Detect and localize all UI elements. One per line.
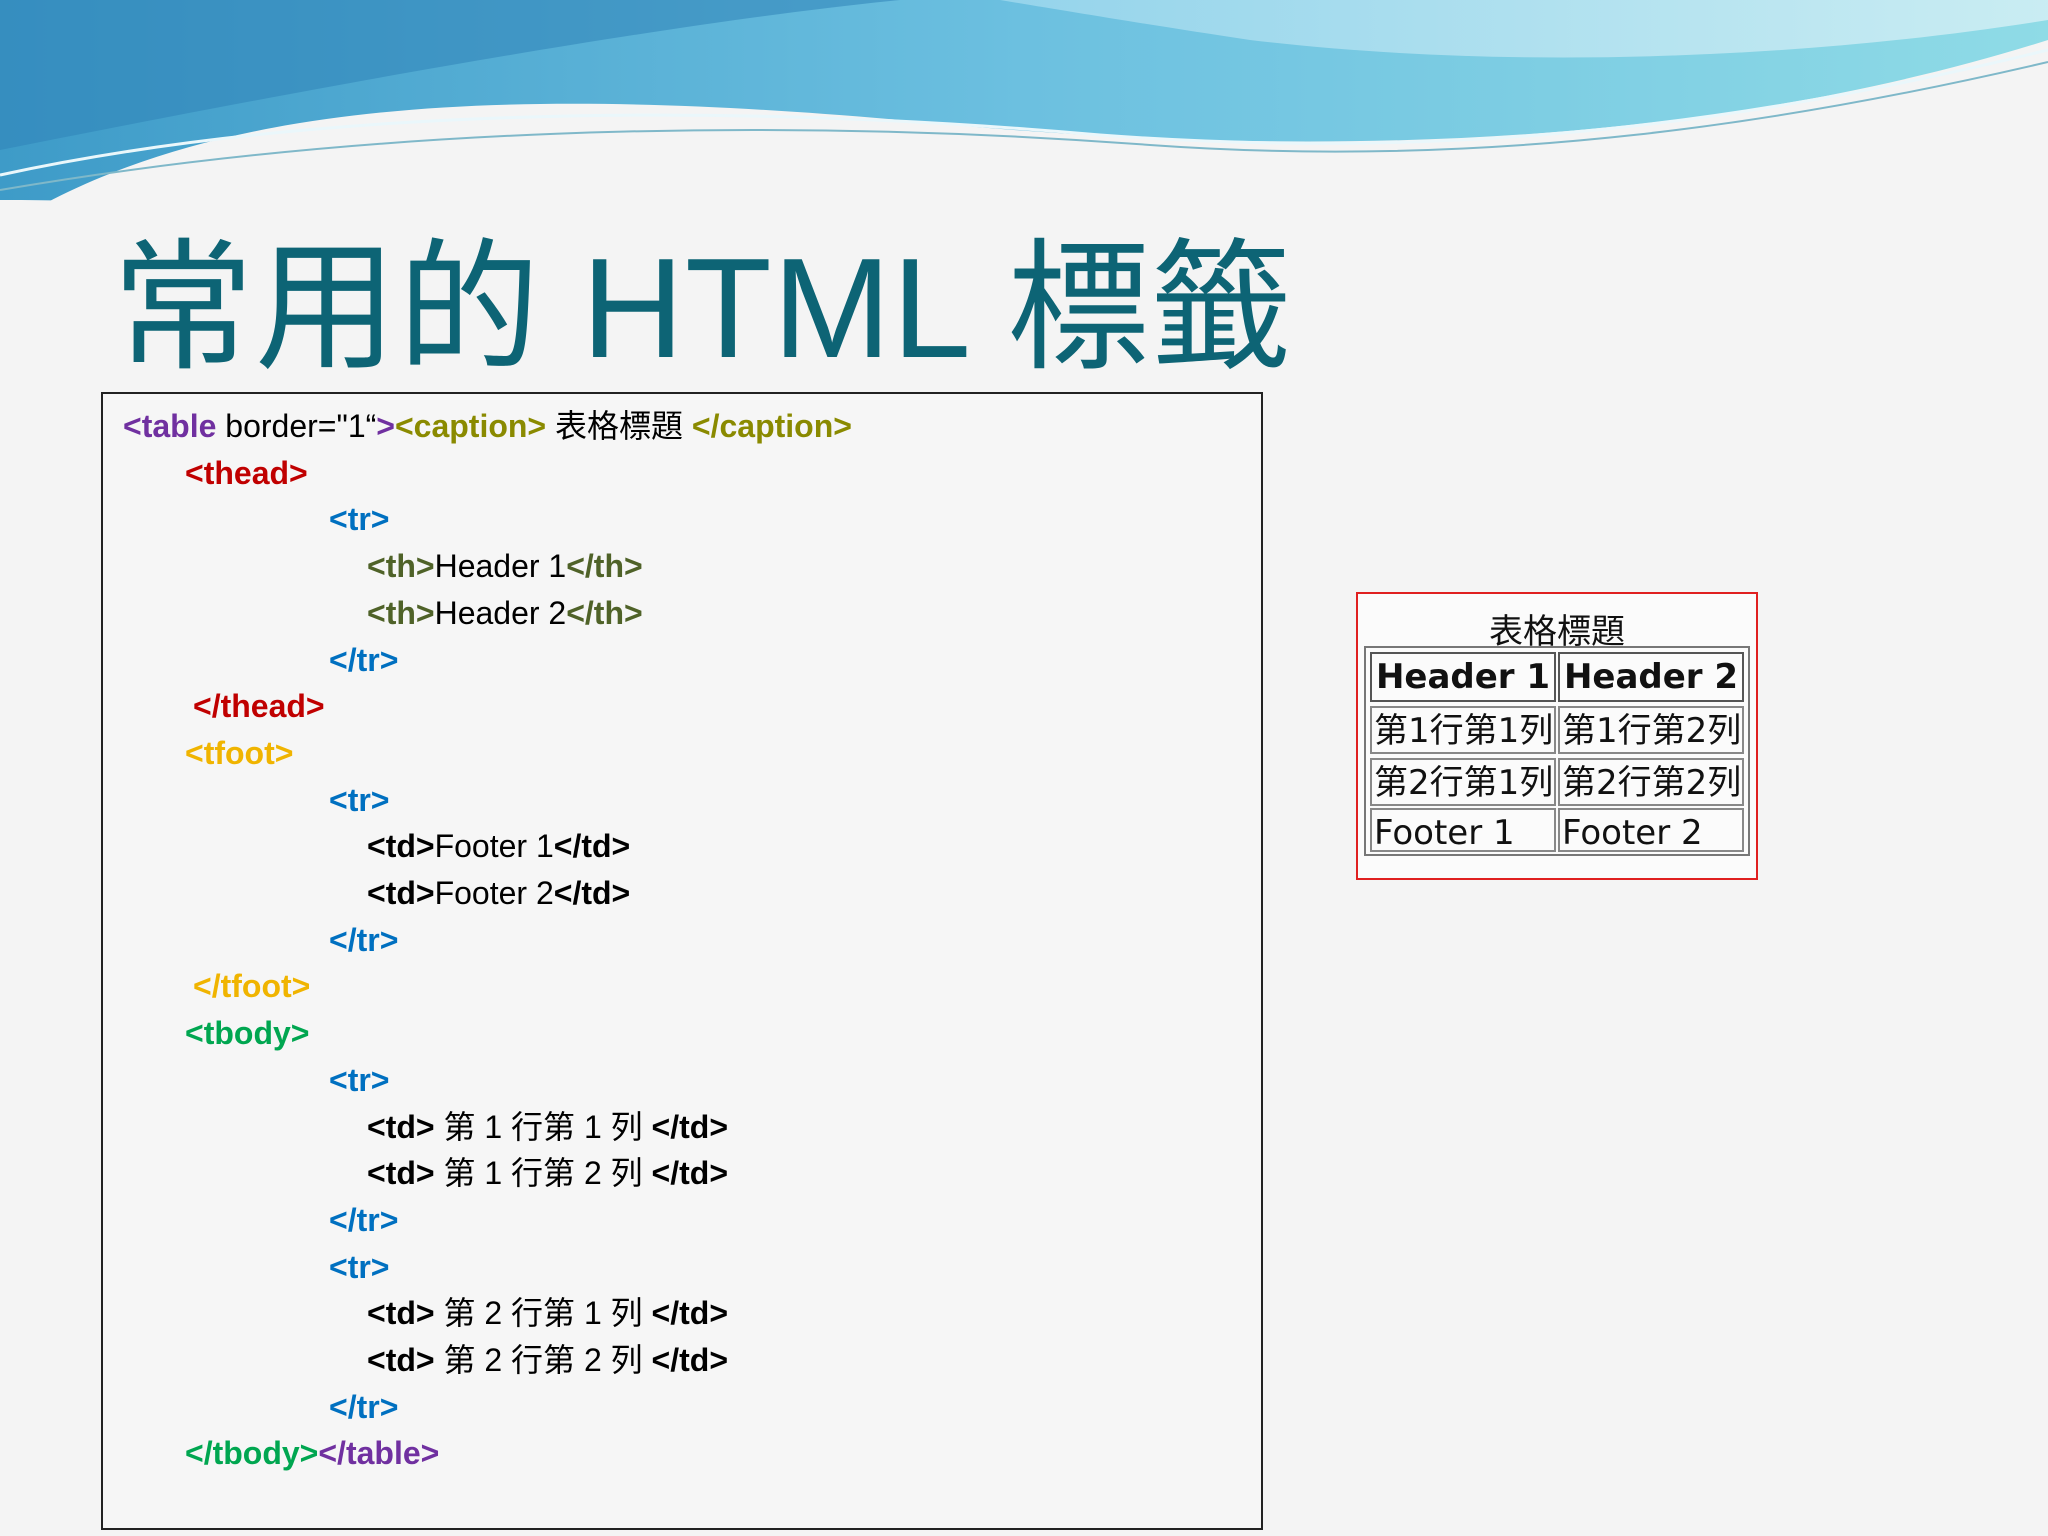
code-text: Header 2	[434, 595, 567, 631]
code-line: <td> 第 2 行第 1 列 </td>	[367, 1295, 728, 1331]
code-tag: </th>	[566, 548, 643, 584]
code-tag: <tfoot>	[185, 735, 294, 771]
code-tag: <tbody>	[185, 1015, 310, 1051]
code-tag: <tr>	[329, 1062, 390, 1098]
code-tag: </table>	[318, 1435, 440, 1471]
slide-title: 常用的 HTML 標籤	[112, 229, 1294, 388]
code-text: Footer 2	[434, 875, 554, 911]
code-tag: </tr>	[329, 1389, 399, 1425]
code-tag: <td>	[367, 1155, 435, 1191]
rendered-body-cell: 第1行第1列	[1370, 706, 1556, 754]
code-tag: </td>	[553, 875, 631, 911]
code-tag: </tr>	[329, 1202, 399, 1238]
code-tag: <th>	[367, 548, 435, 584]
code-line: <tr>	[329, 501, 389, 537]
code-tag: </thead>	[193, 688, 325, 724]
code-tag: <caption>	[394, 408, 547, 444]
code-tag: </tr>	[329, 642, 399, 678]
code-line: <table border="1“><caption> 表格標題 </capti…	[123, 408, 852, 444]
rendered-table: Header 1 Header 2 第1行第1列 第1行第2列 第2行第1列 第…	[1364, 646, 1750, 856]
code-text: 第 1 行第 1 列	[434, 1109, 652, 1145]
code-tag: </td>	[651, 1295, 728, 1331]
rendered-footer-cell: Footer 1	[1370, 808, 1556, 852]
code-text: 第 2 行第 1 列	[434, 1295, 652, 1331]
code-tag: </tr>	[329, 922, 399, 958]
code-tag: <td>	[367, 1109, 435, 1145]
code-line: </tr>	[329, 1389, 398, 1425]
code-tag: <td>	[367, 875, 435, 911]
code-tag: >	[376, 408, 395, 444]
code-text: border="1“	[216, 408, 377, 444]
rendered-body-cell: 第2行第1列	[1370, 758, 1556, 806]
code-line: </tr>	[329, 642, 398, 678]
code-line: <td>Footer 2</td>	[367, 875, 630, 911]
code-line: <thead>	[185, 455, 308, 491]
code-line: <th>Header 1</th>	[367, 548, 643, 584]
code-tag: <thead>	[185, 455, 308, 491]
code-line: <tbody>	[185, 1015, 309, 1051]
rendered-footer-cell: Footer 2	[1558, 808, 1744, 852]
code-line: </tr>	[329, 922, 398, 958]
header-wave-banner	[0, 0, 2048, 245]
code-tag: </caption>	[691, 408, 852, 444]
code-example-box: <table border="1“><caption> 表格標題 </capti…	[101, 392, 1263, 1530]
code-text: 表格標題	[546, 408, 692, 444]
code-line: </tbody></table>	[185, 1435, 439, 1471]
code-tag: </td>	[651, 1109, 728, 1145]
rendered-body-cell: 第2行第2列	[1558, 758, 1744, 806]
code-line: <tr>	[329, 1249, 389, 1285]
code-line: </thead>	[193, 688, 325, 724]
rendered-header-cell: Header 2	[1558, 652, 1744, 702]
code-tag: <th>	[367, 595, 435, 631]
code-tag: </td>	[651, 1155, 728, 1191]
code-tag: </td>	[553, 828, 631, 864]
code-tag: <tr>	[329, 1249, 390, 1285]
code-text: Header 1	[434, 548, 567, 584]
code-text: 第 1 行第 2 列	[434, 1155, 652, 1191]
rendered-body-cell: 第1行第2列	[1558, 706, 1744, 754]
code-line: <td> 第 1 行第 1 列 </td>	[367, 1109, 728, 1145]
code-line: </tr>	[329, 1202, 398, 1238]
code-text: 第 2 行第 2 列	[434, 1342, 652, 1378]
code-tag: </td>	[651, 1342, 728, 1378]
code-line: <tfoot>	[185, 735, 293, 771]
code-text: Footer 1	[434, 828, 554, 864]
code-line: <td>Footer 1</td>	[367, 828, 630, 864]
code-line: <td> 第 2 行第 2 列 </td>	[367, 1342, 728, 1378]
code-tag: </th>	[566, 595, 643, 631]
code-line: <th>Header 2</th>	[367, 595, 643, 631]
code-tag: </tbody>	[185, 1435, 319, 1471]
code-tag: <td>	[367, 828, 435, 864]
code-tag: <td>	[367, 1295, 435, 1331]
code-line: <tr>	[329, 782, 389, 818]
code-line: <tr>	[329, 1062, 389, 1098]
code-line: <td> 第 1 行第 2 列 </td>	[367, 1155, 728, 1191]
code-tag: <table	[123, 408, 217, 444]
rendered-header-cell: Header 1	[1370, 652, 1556, 702]
code-line: </tfoot>	[193, 968, 310, 1004]
code-tag: <tr>	[329, 782, 390, 818]
rendered-table-preview: 表格標題 Header 1 Header 2 第1行第1列 第1行第2列 第2行…	[1356, 592, 1758, 880]
code-tag: <td>	[367, 1342, 435, 1378]
code-tag: </tfoot>	[193, 968, 311, 1004]
code-tag: <tr>	[329, 501, 390, 537]
